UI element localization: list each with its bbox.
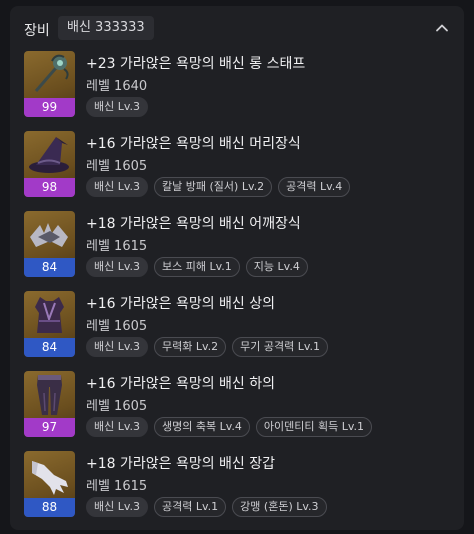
item-name: +18 가라앉은 욕망의 배신 장갑 — [86, 456, 276, 472]
item-level-bar: 84 — [24, 338, 75, 357]
equipment-item-head[interactable]: 98 +16 가라앉은 욕망의 배신 머리장식 레벨 1605 배신 Lv.3 … — [24, 131, 454, 211]
set-tag[interactable]: 배신 Lv.3 — [86, 417, 149, 437]
set-tag[interactable]: 배신 Lv.3 — [86, 257, 149, 277]
item-level: 레벨 1605 — [86, 399, 148, 414]
effect-tag[interactable]: 공격력 Lv.4 — [278, 177, 351, 197]
engraving-tag[interactable]: 보스 피해 Lv.1 — [154, 257, 240, 277]
item-level: 레벨 1640 — [86, 79, 148, 94]
item-level: 레벨 1615 — [86, 479, 148, 494]
item-thumbnail[interactable]: 84 — [24, 211, 75, 277]
engraving-tag[interactable]: 칼날 방패 (질서) Lv.2 — [154, 177, 273, 197]
item-level: 레벨 1605 — [86, 319, 148, 334]
set-tag[interactable]: 배신 Lv.3 — [86, 337, 149, 357]
equipment-item-legs[interactable]: 97 +16 가라앉은 욕망의 배신 하의 레벨 1605 배신 Lv.3 생명… — [24, 371, 454, 451]
panel-title: 장비 — [24, 23, 50, 39]
item-level-bar: 98 — [24, 178, 75, 197]
item-thumbnail[interactable]: 84 — [24, 291, 75, 357]
effect-tag[interactable]: 지능 Lv.4 — [245, 257, 308, 277]
equipment-item-shoulder[interactable]: 84 +18 가라앉은 욕망의 배신 어깨장식 레벨 1615 배신 Lv.3 … — [24, 211, 454, 291]
item-thumbnail[interactable]: 88 — [24, 451, 75, 517]
item-name: +18 가라앉은 욕망의 배신 어깨장식 — [86, 216, 301, 232]
item-thumbnail[interactable]: 99 — [24, 51, 75, 117]
item-tags: 배신 Lv.3 칼날 방패 (질서) Lv.2 공격력 Lv.4 — [86, 177, 351, 197]
item-level: 레벨 1615 — [86, 239, 148, 254]
set-tag[interactable]: 배신 Lv.3 — [86, 497, 149, 517]
equipment-item-chest[interactable]: 84 +16 가라앉은 욕망의 배신 상의 레벨 1605 배신 Lv.3 무력… — [24, 291, 454, 371]
equipment-panel: 장비 배신 333333 99 +23 가라앉은 욕망의 배신 롱 스태프 레벨… — [10, 6, 464, 530]
chevron-up-icon — [436, 24, 448, 32]
item-tags: 배신 Lv.3 공격력 Lv.1 강맹 (혼돈) Lv.3 — [86, 497, 327, 517]
witch-hat-icon — [29, 137, 69, 173]
set-tag[interactable]: 배신 Lv.3 — [86, 177, 149, 197]
set-badge: 배신 333333 — [58, 16, 154, 40]
collapse-button[interactable] — [432, 18, 452, 38]
engraving-tag[interactable]: 공격력 Lv.1 — [154, 497, 227, 517]
effect-tag[interactable]: 아이덴티티 획득 Lv.1 — [255, 417, 373, 437]
panel-header: 장비 배신 333333 — [10, 6, 464, 48]
item-tags: 배신 Lv.3 — [86, 97, 149, 117]
set-tag[interactable]: 배신 Lv.3 — [86, 97, 149, 117]
item-thumbnail[interactable]: 97 — [24, 371, 75, 437]
leg-armor-icon — [37, 375, 62, 415]
glove-icon — [32, 461, 68, 495]
item-tags: 배신 Lv.3 보스 피해 Lv.1 지능 Lv.4 — [86, 257, 308, 277]
item-name: +16 가라앉은 욕망의 배신 하의 — [86, 376, 276, 392]
item-level: 레벨 1605 — [86, 159, 148, 174]
item-tags: 배신 Lv.3 무력화 Lv.2 무기 공격력 Lv.1 — [86, 337, 329, 357]
staff-icon — [34, 54, 69, 92]
item-level-bar: 88 — [24, 498, 75, 517]
equipment-item-weapon[interactable]: 99 +23 가라앉은 욕망의 배신 롱 스태프 레벨 1640 배신 Lv.3 — [24, 51, 454, 131]
item-name: +16 가라앉은 욕망의 배신 상의 — [86, 296, 276, 312]
item-name: +16 가라앉은 욕망의 배신 머리장식 — [86, 136, 301, 152]
shoulder-guard-icon — [30, 223, 68, 247]
item-thumbnail[interactable]: 98 — [24, 131, 75, 197]
item-name: +23 가라앉은 욕망의 배신 롱 스태프 — [86, 56, 306, 72]
effect-tag[interactable]: 무기 공격력 Lv.1 — [232, 337, 329, 357]
item-level-bar: 99 — [24, 98, 75, 117]
item-level-bar: 97 — [24, 418, 75, 437]
engraving-tag[interactable]: 무력화 Lv.2 — [154, 337, 227, 357]
equipment-item-gloves[interactable]: 88 +18 가라앉은 욕망의 배신 장갑 레벨 1615 배신 Lv.3 공격… — [24, 451, 454, 531]
effect-tag[interactable]: 강맹 (혼돈) Lv.3 — [232, 497, 327, 517]
chest-armor-icon — [35, 297, 64, 333]
item-tags: 배신 Lv.3 생명의 축복 Lv.4 아이덴티티 획득 Lv.1 — [86, 417, 373, 437]
item-level-bar: 84 — [24, 258, 75, 277]
engraving-tag[interactable]: 생명의 축복 Lv.4 — [154, 417, 250, 437]
